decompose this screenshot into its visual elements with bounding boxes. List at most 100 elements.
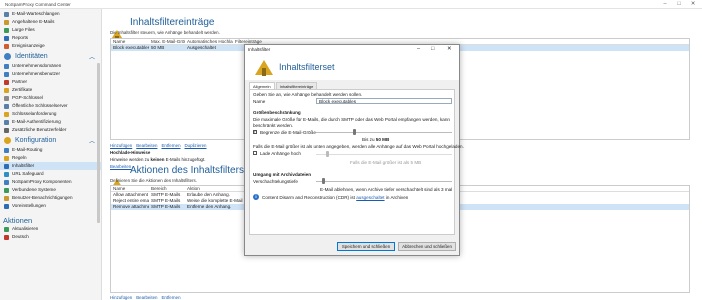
gear-icon [4, 136, 11, 144]
item-icon [4, 27, 9, 33]
link-duplizieren[interactable]: Duplizieren [185, 143, 207, 148]
sidebar-item-zusätzliche-benutzerfelder[interactable]: Zusätzliche Benutzerfelder [0, 126, 101, 134]
hints-edit-link[interactable]: Bearbeiten [110, 164, 131, 169]
link-hinzufügen[interactable]: Hinzufügen [110, 295, 132, 300]
link-entfernen[interactable]: Entfernen [161, 143, 180, 148]
sidebar-item-unternehmensdomänen[interactable]: Unternehmensdomänen [0, 62, 101, 70]
column-header[interactable]: Name [111, 186, 149, 191]
minimize-button[interactable]: – [660, 1, 670, 7]
name-input[interactable]: Block executables [316, 98, 452, 104]
sidebar-item-label: Reports [12, 35, 29, 40]
sidebar-item-unternehmensbenutzer[interactable]: Unternehmensbenutzer [0, 70, 101, 78]
sidebar-item-label: Zertifikate [12, 87, 33, 92]
sidebar-section-configuration[interactable]: Konfiguration ︿ [0, 134, 101, 146]
link-bearbeiten[interactable]: Bearbeiten [136, 295, 157, 300]
sidebar-item-reports[interactable]: Reports [0, 34, 101, 42]
hints-text-a: Hinweise werden zu [110, 157, 151, 162]
sidebar-item-label: PGP-Schlüssel [12, 95, 43, 100]
column-header[interactable]: Max. E-Mail-Größe [149, 39, 185, 44]
sidebar-item-inhaltsfilter[interactable]: Inhaltsfilter [0, 162, 101, 170]
item-icon [4, 171, 9, 177]
limit-size-checkbox[interactable] [253, 129, 257, 135]
item-icon [4, 71, 9, 77]
item-icon [4, 95, 9, 101]
sidebar-item-benutzer-benachrichtigungen[interactable]: Benutzer-Benachrichtigungen [0, 194, 101, 202]
cdr-link[interactable]: ausgeschaltet [356, 195, 384, 200]
limit-size-label: Begrenze die E-Mail-Größe [260, 130, 316, 135]
tab-filter-entries[interactable]: Inhaltsfiltereinträge [275, 82, 318, 89]
sidebar-item-label: Large Files [12, 27, 35, 32]
sidebar-item-angehaltene-e-mails[interactable]: Angehaltene E-Mails [0, 18, 101, 26]
column-header[interactable]: Name [111, 39, 149, 44]
dialog-header: Inhaltsfilterset [245, 54, 459, 80]
table-cell: 50 MB [151, 45, 165, 50]
sidebar-actions-group: Aktualisieren Deutsch [0, 225, 101, 241]
sidebar-top-group: E-Mail-Warteschlangen Angehaltene E-Mails… [0, 10, 101, 50]
dialog-titlebar: Inhaltsfilter – □ ✕ [245, 45, 459, 54]
dialog-maximize-button[interactable]: □ [431, 46, 434, 52]
identities-icon [4, 52, 11, 60]
tab-general[interactable]: Allgemein [249, 82, 275, 89]
archive-heading: Umgang mit Archivdateien [253, 172, 312, 177]
upload-value: Falls die E-Mail größer ist als 5 MB [350, 160, 422, 165]
sidebar-item-e-mail-routing[interactable]: E-Mail-Routing [0, 146, 101, 154]
sidebar-item-large-files[interactable]: Large Files [0, 26, 101, 34]
limit-value: 50 MB [375, 137, 390, 142]
cancel-close-button[interactable]: Abbrechen und schließen [398, 242, 456, 251]
sidebar-item-schlüsselanforderung[interactable]: Schlüsselanforderung [0, 110, 101, 118]
dialog-minimize-button[interactable]: – [417, 46, 420, 52]
upload-slider[interactable] [316, 154, 452, 155]
maximize-button[interactable]: □ [674, 1, 684, 7]
sidebar-item-label: Inhaltsfilter [12, 163, 35, 168]
name-label: Name [253, 99, 266, 104]
sidebar-item-e-mail-warteschlangen[interactable]: E-Mail-Warteschlangen [0, 10, 101, 18]
sidebar-item-label: Unternehmensdomänen [12, 63, 62, 68]
sidebar-item-label: Angehaltene E-Mails [12, 19, 55, 24]
sidebar-item-voreinstellungen[interactable]: Voreinstellungen [0, 202, 101, 210]
sidebar-item-deutsch[interactable]: Deutsch [0, 233, 101, 241]
sidebar-item-e-mail-authentifizierung[interactable]: E-Mail-Authentifizierung [0, 118, 101, 126]
close-button[interactable]: ✕ [688, 1, 698, 7]
upload-slider-thumb[interactable] [325, 151, 329, 157]
limit-size-slider-thumb[interactable] [353, 129, 357, 135]
sidebar-item-ereignisanzeige[interactable]: Ereignisanzeige [0, 42, 101, 50]
sidebar-item-label: NoSpamProxy Komponenten [12, 179, 72, 184]
sidebar-item-aktualisieren[interactable]: Aktualisieren [0, 225, 101, 233]
link-bearbeiten[interactable]: Bearbeiten [136, 143, 157, 148]
upload-checkbox[interactable] [253, 151, 257, 155]
limit-size-slider[interactable] [316, 132, 452, 133]
sidebar-item-zertifikate[interactable]: Zertifikate [0, 86, 101, 94]
upload-desc: Falls die E-Mail größer ist als unten an… [253, 144, 464, 149]
sidebar-item-nospamproxy-komponenten[interactable]: NoSpamProxy Komponenten [0, 178, 101, 186]
column-header[interactable]: Automatisches Hochladen [185, 39, 233, 44]
sidebar-scrollbar[interactable] [97, 63, 100, 223]
sidebar-item-partner[interactable]: Partner [0, 78, 101, 86]
depth-slider-thumb[interactable] [321, 178, 325, 184]
content-filter-icon [253, 57, 275, 80]
sidebar-item-url-safeguard[interactable]: URL Safeguard [0, 170, 101, 178]
dialog-panel: Geben Sie an, wie Anhänge behandelt werd… [249, 89, 464, 235]
column-header[interactable]: Bereich [149, 186, 185, 191]
dialog-close-button[interactable]: ✕ [447, 46, 452, 52]
link-hinzufügen[interactable]: Hinzufügen [110, 143, 132, 148]
sidebar-item-label: Ereignisanzeige [12, 43, 45, 48]
sidebar-item-verbundene-systeme[interactable]: Verbundene Systeme [0, 186, 101, 194]
sidebar-item-öffentliche-schlüsselserver[interactable]: Öffentliche Schlüsselserver [0, 102, 101, 110]
limit-prefix: Bis zu [362, 137, 376, 142]
sidebar-item-label: Voreinstellungen [12, 203, 46, 208]
table-cell: Block executables [113, 45, 149, 50]
item-icon [4, 79, 9, 85]
sidebar-configuration-group: E-Mail-Routing Regeln Inhaltsfilter URL Saf… [0, 146, 101, 210]
sidebar-item-regeln[interactable]: Regeln [0, 154, 101, 162]
table-cell: SMTP E-Mails [151, 204, 181, 209]
save-close-button[interactable]: Speichern und schließen [337, 242, 395, 251]
sidebar-item-pgp-schlüssel[interactable]: PGP-Schlüssel [0, 94, 101, 102]
item-icon [4, 63, 9, 69]
sidebar-section-identities[interactable]: Identitäten ︿ [0, 50, 101, 62]
item-icon [4, 155, 9, 161]
depth-slider[interactable] [316, 181, 452, 182]
item-icon [4, 203, 9, 209]
sidebar-item-label: Schlüsselanforderung [12, 111, 57, 116]
item-icon [4, 103, 9, 109]
link-entfernen[interactable]: Entfernen [161, 295, 180, 300]
